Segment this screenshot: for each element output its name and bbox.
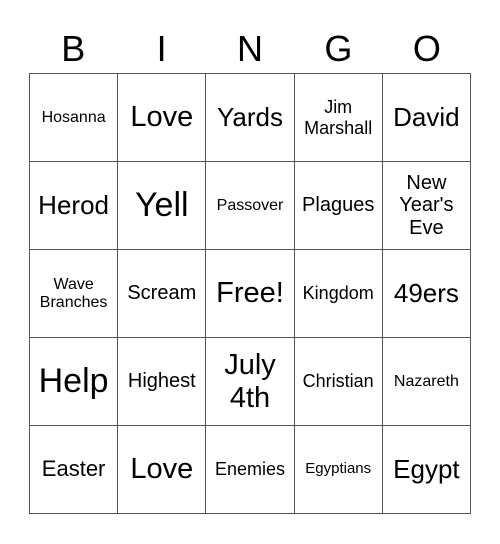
bingo-cell-text: Yell <box>135 186 189 225</box>
bingo-cell-text: New Year's Eve <box>399 171 454 239</box>
bingo-cell-text: Love <box>130 101 194 134</box>
bingo-header: B I N G O <box>29 26 471 72</box>
bingo-cell-text: Herod <box>38 189 109 220</box>
bingo-cell[interactable]: Scream <box>118 250 207 338</box>
bingo-cell[interactable]: Easter <box>30 426 119 514</box>
header-letter-n: N <box>237 28 264 69</box>
header-letter-i: I <box>156 28 167 69</box>
bingo-cell-text: Free! <box>216 277 284 310</box>
bingo-cell[interactable]: Highest <box>118 338 207 426</box>
bingo-cell-text: Nazareth <box>393 372 459 390</box>
bingo-cell-text: Easter <box>41 456 106 482</box>
bingo-cell[interactable]: Kingdom <box>294 250 383 338</box>
bingo-cell-text: July 4th <box>224 349 276 414</box>
bingo-cell[interactable]: Yell <box>118 162 207 250</box>
bingo-cell-text: Jim Marshall <box>304 97 373 138</box>
header-letter-o: O <box>412 28 441 69</box>
bingo-cell-text: Hosanna <box>41 108 106 126</box>
bingo-cell-text: 49ers <box>393 277 459 308</box>
bingo-cell[interactable]: Nazareth <box>382 338 471 426</box>
bingo-cell[interactable]: Love <box>118 74 207 162</box>
bingo-cell[interactable]: July 4th <box>206 338 295 426</box>
bingo-cell[interactable]: Free! <box>206 250 295 338</box>
bingo-cell-text: Love <box>130 453 194 486</box>
bingo-cell[interactable]: Egyptians <box>294 426 383 514</box>
bingo-cell-text: Wave Branches <box>39 275 108 311</box>
bingo-cell[interactable]: Yards <box>206 74 295 162</box>
bingo-cell[interactable]: Help <box>30 338 119 426</box>
bingo-cell[interactable]: Wave Branches <box>30 250 119 338</box>
bingo-cell[interactable]: Herod <box>30 162 119 250</box>
bingo-cell[interactable]: Egypt <box>382 426 471 514</box>
bingo-cell-text: Passover <box>216 196 284 214</box>
bingo-cell[interactable]: Christian <box>294 338 383 426</box>
bingo-cell-text: Plagues <box>302 194 375 217</box>
header-letter-g: G <box>324 28 353 69</box>
bingo-cell-text: Egyptians <box>305 460 372 478</box>
bingo-cell-text: Highest <box>127 370 196 393</box>
bingo-cell[interactable]: David <box>382 74 471 162</box>
bingo-cell[interactable]: New Year's Eve <box>382 162 471 250</box>
bingo-cell[interactable]: Passover <box>206 162 295 250</box>
bingo-cell[interactable]: Enemies <box>206 426 295 514</box>
bingo-grid: Hosanna Love Yards Jim Marshall David Herod Ye… <box>29 73 471 514</box>
bingo-cell[interactable]: Hosanna <box>30 74 119 162</box>
bingo-cell[interactable]: Plagues <box>294 162 383 250</box>
header-letter-b: B <box>61 28 86 69</box>
bingo-cell[interactable]: 49ers <box>382 250 471 338</box>
bingo-cell-text: Help <box>38 362 109 401</box>
bingo-cell-text: Christian <box>302 371 374 392</box>
bingo-cell-text: Enemies <box>214 459 285 480</box>
bingo-cell-text: Scream <box>127 282 197 305</box>
bingo-cell[interactable]: Jim Marshall <box>294 74 383 162</box>
bingo-cell-text: Egypt <box>393 453 460 484</box>
bingo-cell-text: David <box>393 101 460 132</box>
bingo-cell[interactable]: Love <box>118 426 207 514</box>
bingo-cell-text: Yards <box>216 101 283 132</box>
bingo-cell-text: Kingdom <box>302 283 374 304</box>
